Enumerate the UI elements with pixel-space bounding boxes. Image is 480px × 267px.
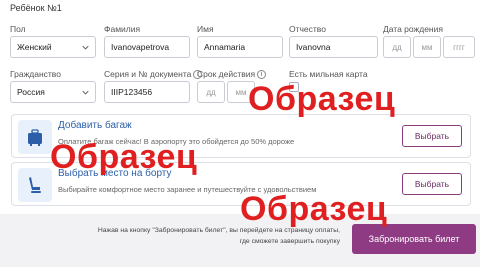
citizenship-label: Гражданство [10, 69, 61, 79]
validity-label: Срок действия i [197, 69, 267, 80]
info-icon[interactable]: i [257, 70, 267, 80]
citizenship-select[interactable]: Россия [10, 81, 96, 103]
baggage-title[interactable]: Добавить багаж [58, 120, 132, 131]
section-title: Ребёнок №1 [10, 3, 62, 13]
gender-value: Женский [17, 42, 52, 52]
validity-label-text: Срок действия [197, 69, 256, 79]
citizenship-value: Россия [17, 87, 45, 97]
suitcase-icon [28, 129, 42, 146]
birth-month-input[interactable]: мм [413, 36, 441, 58]
payment-note: Нажав на кнопку "Забронировать билет", в… [97, 227, 340, 245]
document-input[interactable]: IIIP123456 [104, 81, 190, 103]
book-ticket-button[interactable]: Забронировать билет [352, 224, 476, 254]
last-name-label: Фамилия [104, 24, 141, 34]
patronymic-label: Отчество [289, 24, 326, 34]
sample-watermark: Образец [50, 138, 198, 176]
gender-label: Пол [10, 24, 26, 34]
birth-date-label: Дата рождения [383, 24, 443, 34]
document-label-text: Серия и № документа [104, 69, 192, 79]
validity-day-input[interactable]: дд [197, 81, 225, 103]
patronymic-input[interactable]: Ivanovna [289, 36, 378, 58]
birth-year-input[interactable]: гггг [443, 36, 475, 58]
chevron-down-icon [82, 45, 89, 50]
document-label: Серия и № документа i [104, 69, 203, 80]
gender-select[interactable]: Женский [10, 36, 96, 58]
sample-watermark: Образец [248, 80, 396, 118]
seat-icon [29, 177, 41, 193]
baggage-icon [18, 120, 52, 154]
seat-icon-box [18, 168, 52, 202]
last-name-input[interactable]: Ivanovapetrova [104, 36, 190, 58]
sample-watermark: Образец [240, 190, 388, 228]
first-name-label: Имя [197, 24, 214, 34]
birth-day-input[interactable]: дд [383, 36, 411, 58]
chevron-down-icon [82, 90, 89, 95]
first-name-input[interactable]: Annamaria [197, 36, 283, 58]
baggage-select-button[interactable]: Выбрать [402, 125, 462, 147]
mileage-card-label: Есть мильная карта [289, 69, 368, 79]
seat-select-button[interactable]: Выбрать [402, 173, 462, 195]
